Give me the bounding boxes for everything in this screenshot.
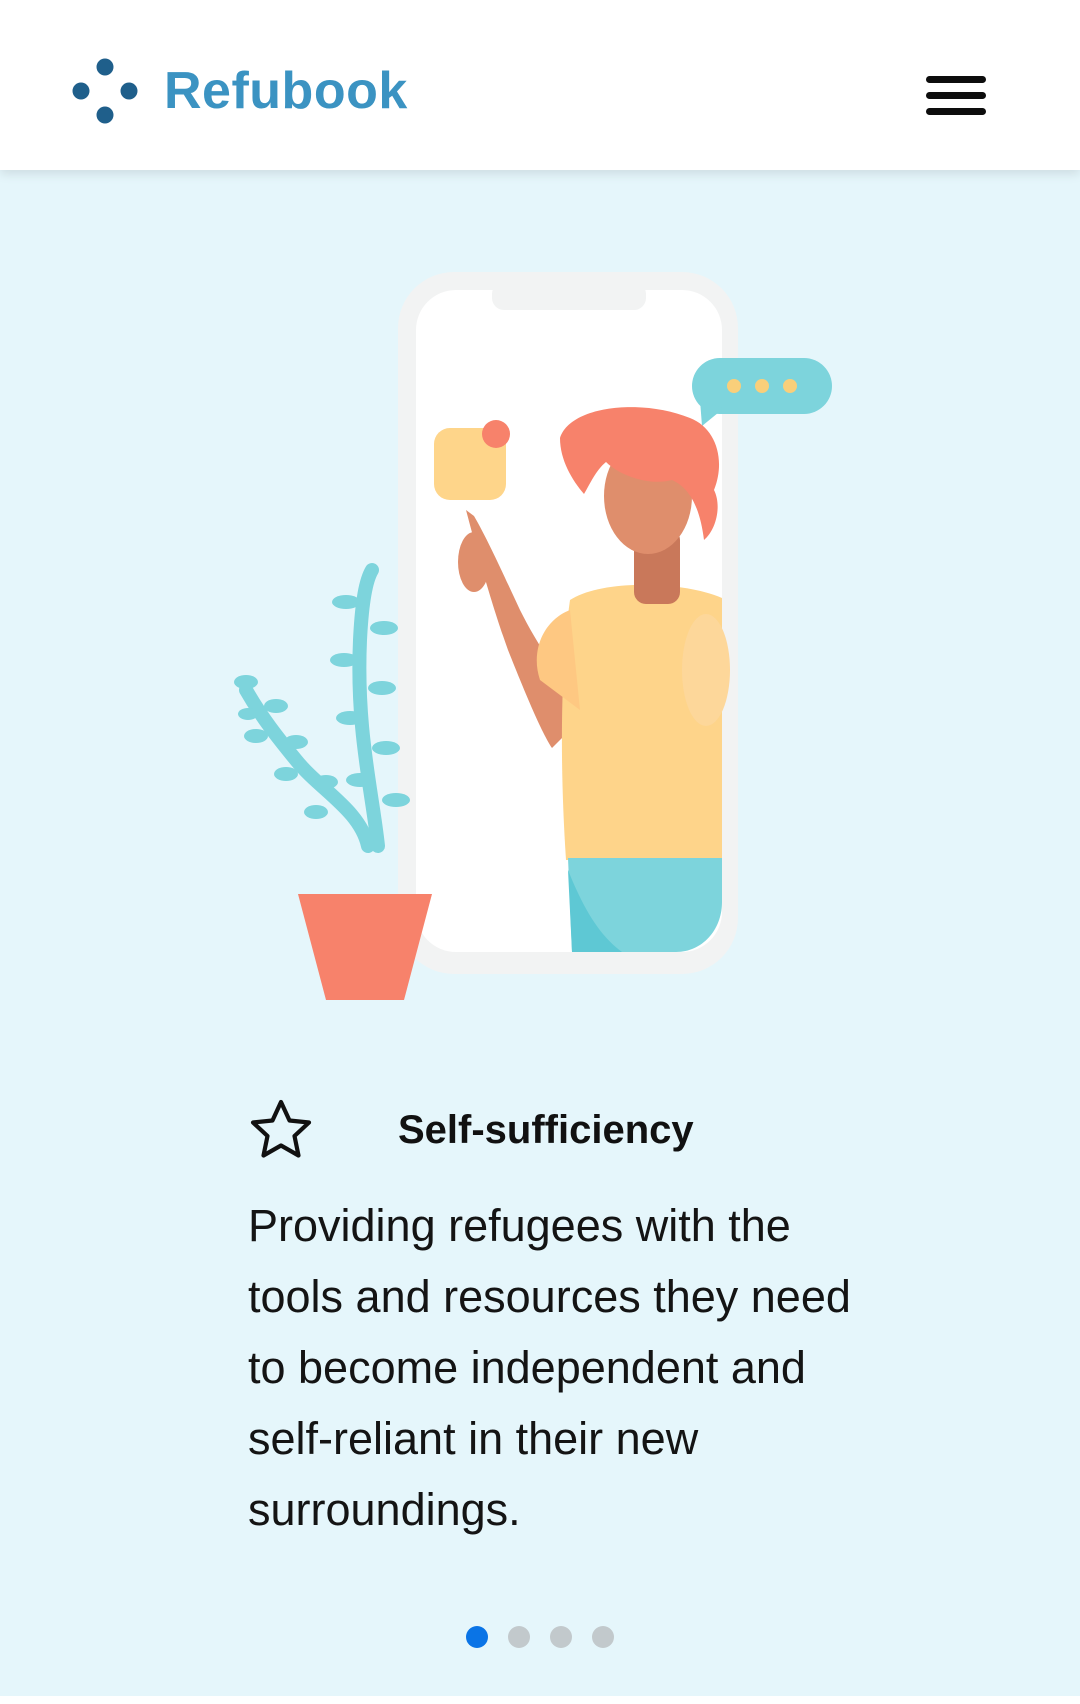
carousel-dot-3[interactable]: [550, 1626, 572, 1648]
hamburger-menu-button[interactable]: [926, 72, 990, 120]
brand-logo-link[interactable]: Refubook: [72, 58, 408, 124]
brand-logo-icon: [72, 58, 138, 124]
brand-name: Refubook: [164, 62, 408, 120]
feature-title: Self-sufficiency: [398, 1108, 694, 1152]
menu-bar-icon: [926, 108, 986, 115]
feature-carousel: Self-sufficiency Providing refugees with…: [0, 170, 1080, 1696]
carousel-dot-4[interactable]: [592, 1626, 614, 1648]
app-header: Refubook: [0, 0, 1080, 170]
feature-heading-row: Self-sufficiency: [248, 1090, 898, 1170]
star-icon: [250, 1099, 312, 1158]
smartphone-person-illustration: [234, 272, 832, 1000]
page: Refubook Self-sufficiency Providing refu…: [0, 0, 1080, 1704]
menu-bar-icon: [926, 92, 986, 99]
feature-description: Providing refugees with the tools and re…: [248, 1200, 851, 1535]
carousel-pagination: [0, 1626, 1080, 1650]
menu-bar-icon: [926, 76, 986, 83]
carousel-dot-1[interactable]: [466, 1626, 488, 1648]
carousel-dot-2[interactable]: [508, 1626, 530, 1648]
